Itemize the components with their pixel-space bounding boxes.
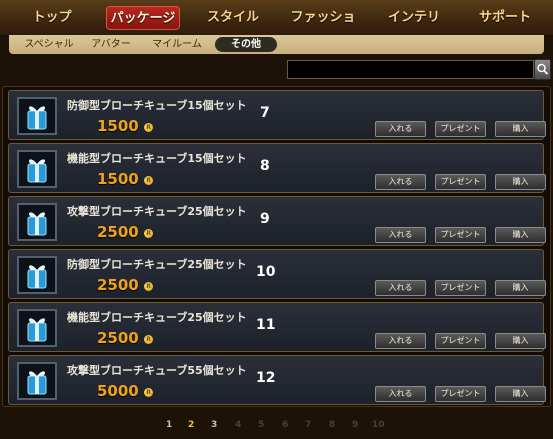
coin-icon: R xyxy=(144,388,153,397)
coin-icon: R xyxy=(144,282,153,291)
gift-button[interactable]: プレゼント xyxy=(435,121,486,137)
gift-button[interactable]: プレゼント xyxy=(435,333,486,349)
product-index: 7 xyxy=(260,105,270,121)
product-row: 機能型ブローチキューブ15個セット 1500 R 8 入れる プレゼント 購入 xyxy=(8,143,546,193)
buy-button[interactable]: 購入 xyxy=(495,386,546,402)
product-index: 11 xyxy=(256,317,276,333)
buy-button[interactable]: 購入 xyxy=(495,227,546,243)
page-link[interactable]: 4 xyxy=(235,420,241,430)
search-button[interactable] xyxy=(534,59,551,80)
add-to-cart-button[interactable]: 入れる xyxy=(375,280,426,296)
buy-button[interactable]: 購入 xyxy=(495,280,546,296)
buy-button[interactable]: 購入 xyxy=(495,121,546,137)
product-price: 2500 xyxy=(97,223,139,241)
product-price: 2500 xyxy=(97,276,139,294)
page-link[interactable]: 7 xyxy=(305,420,311,430)
product-price: 5000 xyxy=(97,382,139,400)
add-to-cart-button[interactable]: 入れる xyxy=(375,121,426,137)
page-link[interactable]: 8 xyxy=(329,420,335,430)
blue-gift-cube-icon xyxy=(17,97,57,135)
product-price: 1500 xyxy=(97,170,139,188)
gift-button[interactable]: プレゼント xyxy=(435,174,486,190)
page-link[interactable]: 6 xyxy=(282,420,288,430)
product-row: 防御型ブローチキューブ25個セット 2500 R 10 入れる プレゼント 購入 xyxy=(8,249,546,299)
gift-button[interactable]: プレゼント xyxy=(435,280,486,296)
gift-button[interactable]: プレゼント xyxy=(435,386,486,402)
add-to-cart-button[interactable]: 入れる xyxy=(375,174,426,190)
magnifier-icon xyxy=(535,63,550,83)
page-link[interactable]: 3 xyxy=(211,420,217,430)
subtab-other[interactable]: その他 xyxy=(215,37,277,52)
subtab-special[interactable]: スペシャル xyxy=(23,37,75,52)
page-link[interactable]: 9 xyxy=(352,420,358,430)
blue-gift-cube-icon xyxy=(17,150,57,188)
page-link[interactable]: 1 xyxy=(166,420,172,430)
buy-button[interactable]: 購入 xyxy=(495,174,546,190)
buy-button[interactable]: 購入 xyxy=(495,333,546,349)
coin-icon: R xyxy=(144,229,153,238)
product-row: 防御型ブローチキューブ15個セット 1500 R 7 入れる プレゼント 購入 xyxy=(8,90,546,140)
product-index: 9 xyxy=(260,211,270,227)
tab-interior[interactable]: インテリア xyxy=(382,6,446,49)
product-row: 攻撃型ブローチキューブ55個セット 5000 R 12 入れる プレゼント 購入 xyxy=(8,355,546,405)
search-input[interactable] xyxy=(287,60,534,79)
blue-gift-cube-icon xyxy=(17,362,57,400)
tab-style[interactable]: スタイル xyxy=(205,6,261,30)
product-index: 12 xyxy=(256,370,276,386)
product-name: 防御型ブローチキューブ25個セット xyxy=(67,258,247,271)
tab-fashion[interactable]: ファッション xyxy=(289,6,357,49)
product-index: 8 xyxy=(260,158,270,174)
page-current: 2 xyxy=(188,420,195,430)
subtab-avatar[interactable]: アバター xyxy=(89,37,133,52)
product-name: 防御型ブローチキューブ15個セット xyxy=(67,99,247,112)
tab-package[interactable]: パッケージ xyxy=(106,6,180,30)
coin-icon: R xyxy=(144,335,153,344)
main-nav: トップ パッケージ スタイル ファッション インテリア サポート xyxy=(0,0,553,49)
tab-support[interactable]: サポート xyxy=(479,6,531,30)
product-price: 2500 xyxy=(97,329,139,347)
blue-gift-cube-icon xyxy=(17,203,57,241)
add-to-cart-button[interactable]: 入れる xyxy=(375,227,426,243)
subtab-myroom[interactable]: マイルーム xyxy=(149,37,205,52)
product-list: 防御型ブローチキューブ15個セット 1500 R 7 入れる プレゼント 購入 … xyxy=(2,86,551,407)
product-name: 機能型ブローチキューブ15個セット xyxy=(67,152,247,165)
product-price: 1500 xyxy=(97,117,139,135)
tab-top[interactable]: トップ xyxy=(30,6,74,30)
blue-gift-cube-icon xyxy=(17,256,57,294)
add-to-cart-button[interactable]: 入れる xyxy=(375,333,426,349)
sub-nav: スペシャル アバター マイルーム その他 xyxy=(9,35,544,54)
product-name: 攻撃型ブローチキューブ55個セット xyxy=(67,364,247,377)
product-index: 10 xyxy=(256,264,276,280)
product-name: 機能型ブローチキューブ25個セット xyxy=(67,311,247,324)
page-link[interactable]: 10 xyxy=(372,420,385,430)
page-link[interactable]: 5 xyxy=(258,420,264,430)
product-row: 機能型ブローチキューブ25個セット 2500 R 11 入れる プレゼント 購入 xyxy=(8,302,546,352)
coin-icon: R xyxy=(144,123,153,132)
blue-gift-cube-icon xyxy=(17,309,57,347)
pagination: 1 2 3 4 5 6 7 8 9 10 xyxy=(0,420,553,434)
product-name: 攻撃型ブローチキューブ25個セット xyxy=(67,205,247,218)
product-row: 攻撃型ブローチキューブ25個セット 2500 R 9 入れる プレゼント 購入 xyxy=(8,196,546,246)
gift-button[interactable]: プレゼント xyxy=(435,227,486,243)
coin-icon: R xyxy=(144,176,153,185)
add-to-cart-button[interactable]: 入れる xyxy=(375,386,426,402)
